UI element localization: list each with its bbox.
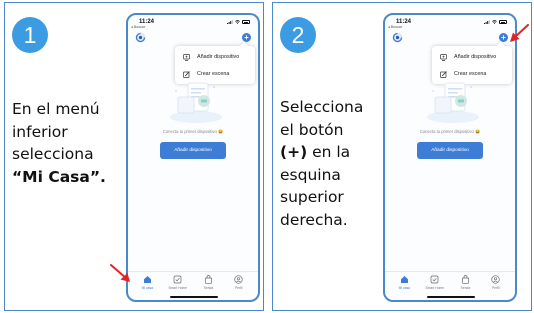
home-indicator (427, 295, 475, 298)
tab-mi-casa[interactable]: Mi casa (391, 272, 417, 293)
tab-perfil[interactable]: Perfil (483, 272, 509, 293)
red-arrow-icon (510, 24, 529, 42)
bottom-tab-bar: Mi casa Smart Home Tienda Perfil (385, 271, 515, 293)
instruction-line: derecha. (280, 210, 348, 229)
instruction-line: En el menú (12, 100, 100, 118)
empty-state-text: Conecta tu primer dispositivo 😀 (419, 129, 481, 134)
tab-tienda[interactable]: Tienda (195, 272, 221, 293)
step-number-badge: 1 (12, 17, 48, 53)
menu-item-add-device[interactable]: Añadir dispositivo (432, 48, 512, 66)
status-icons (484, 20, 507, 24)
profile-icon (491, 275, 500, 284)
empty-state-illustration (170, 82, 222, 123)
add-device-icon (440, 53, 447, 61)
add-device-button[interactable]: Añadir dispositivo (417, 142, 483, 159)
tab-label: Smart Home (168, 286, 187, 290)
tab-mi-casa[interactable]: Mi casa (134, 272, 160, 293)
signal-icon (227, 20, 233, 24)
instruction-line: (+) en la (280, 143, 351, 161)
home-icon (143, 276, 151, 283)
step-number-badge: 2 (280, 17, 316, 53)
phone-screenshot: 11:24 ◂ Buscar + Añadir dispositivo Crea… (383, 13, 517, 302)
menu-item-label: Añadir dispositivo (454, 54, 497, 60)
battery-icon (499, 20, 507, 24)
instruction-line: el botón (280, 120, 344, 139)
phone-screenshot: 11:24 ◂ Buscar + Añadir dispositivo Crea… (126, 13, 260, 302)
back-link[interactable]: ◂ Buscar (131, 25, 145, 29)
battery-icon (242, 20, 250, 24)
step-1-instruction: En el menú inferior selecciona “Mi Casa”… (12, 98, 128, 188)
menu-item-add-device[interactable]: Añadir dispositivo (175, 48, 255, 66)
home-logo-icon[interactable] (135, 32, 146, 43)
shopping-bag-icon (204, 275, 212, 284)
tab-tienda[interactable]: Tienda (452, 272, 478, 293)
tab-smart-home[interactable]: Smart Home (422, 272, 448, 293)
red-arrow-icon (110, 264, 130, 282)
tab-label: Perfil (491, 286, 500, 290)
instruction-line: Selecciona (280, 98, 364, 116)
tab-label: Mi casa (141, 286, 153, 290)
smart-home-icon (173, 275, 182, 284)
smart-home-icon (430, 275, 439, 284)
instruction-line: esquina (280, 165, 341, 184)
wifi-icon (235, 20, 240, 24)
menu-item-label: Añadir dispositivo (197, 54, 240, 60)
instruction-line: inferior (12, 122, 68, 141)
signal-icon (484, 20, 490, 24)
add-device-icon (183, 53, 190, 61)
step-2-panel: 2 Selecciona el botón (+) en la esquina … (272, 2, 532, 311)
instruction-line: superior (280, 188, 344, 206)
home-icon (400, 276, 408, 283)
bottom-tab-bar: Mi casa Smart Home Tienda Perfil (128, 271, 258, 293)
tab-label: Mi casa (398, 286, 410, 290)
add-device-button[interactable]: Añadir dispositivo (160, 142, 226, 159)
home-indicator (170, 295, 218, 298)
status-icons (227, 20, 250, 24)
tab-label: Perfil (234, 286, 243, 290)
wifi-icon (492, 20, 497, 24)
tab-perfil[interactable]: Perfil (226, 272, 252, 293)
instruction-line: selecciona (12, 145, 94, 163)
profile-icon (234, 275, 243, 284)
back-link[interactable]: ◂ Buscar (388, 25, 402, 29)
tab-smart-home[interactable]: Smart Home (165, 272, 191, 293)
tab-label: Tienda (460, 286, 471, 290)
step-1-panel: 1 En el menú inferior selecciona “Mi Cas… (4, 2, 264, 311)
shopping-bag-icon (461, 275, 469, 284)
step-2-instruction: Selecciona el botón (+) en la esquina su… (280, 96, 396, 231)
empty-state-illustration (427, 82, 479, 123)
home-logo-icon[interactable] (392, 32, 403, 43)
empty-state-text: Conecta tu primer dispositivo 😀 (162, 129, 224, 134)
tab-label: Smart Home (425, 286, 444, 290)
instruction-line-emphasis: “Mi Casa”. (12, 167, 106, 186)
tab-label: Tienda (203, 286, 214, 290)
plus-emphasis: (+) (280, 143, 308, 161)
